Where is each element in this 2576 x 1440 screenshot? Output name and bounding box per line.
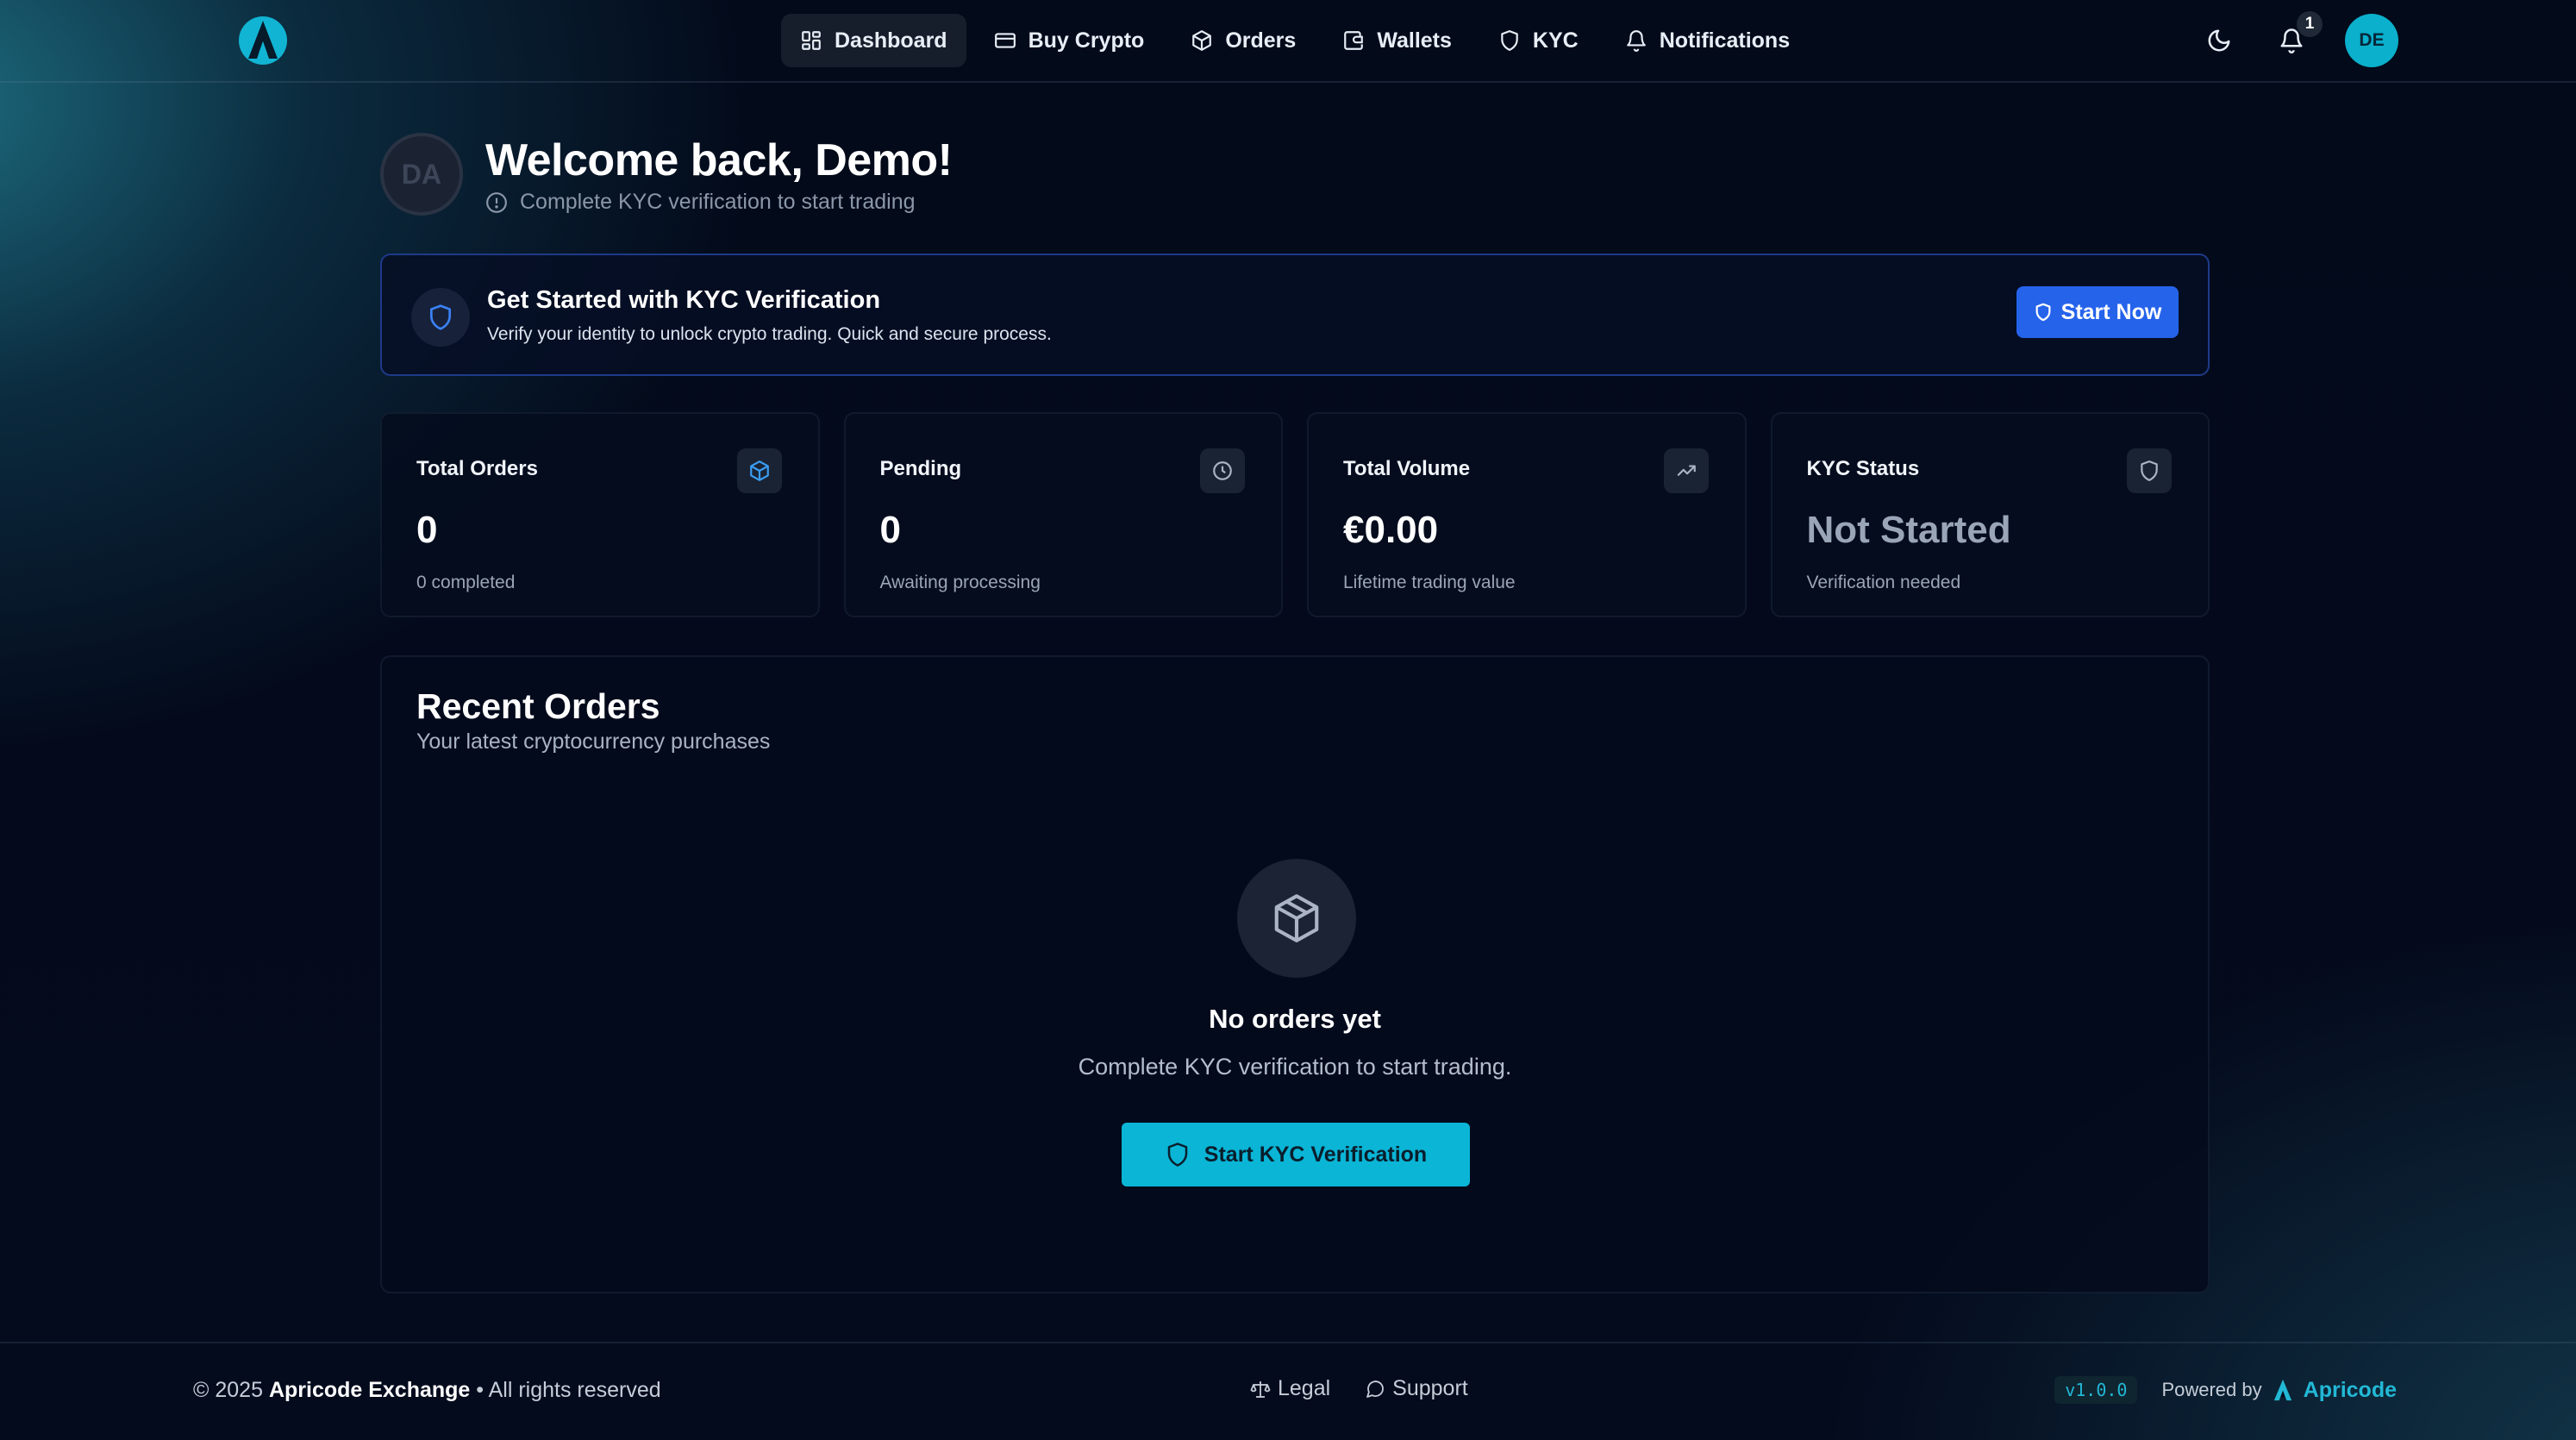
- nav-buy-crypto[interactable]: Buy Crypto: [975, 14, 1164, 67]
- theme-toggle-button[interactable]: [2200, 22, 2238, 59]
- recent-orders-subtitle: Your latest cryptocurrency purchases: [416, 729, 771, 754]
- stat-hint: 0 completed: [416, 573, 516, 592]
- nav-dashboard[interactable]: Dashboard: [781, 14, 966, 67]
- shield-icon: [1498, 29, 1521, 52]
- kyc-banner: Get Started with KYC Verification Verify…: [380, 254, 2210, 376]
- stat-label: Pending: [879, 457, 962, 480]
- nav-orders-label: Orders: [1225, 28, 1297, 53]
- main-nav: Dashboard Buy Crypto Orders Wallets KYC: [781, 14, 1809, 67]
- nav-kyc[interactable]: KYC: [1479, 14, 1597, 67]
- moon-icon: [2206, 28, 2232, 53]
- nav-orders[interactable]: Orders: [1172, 14, 1315, 67]
- powered-by: Powered by Apricode: [2161, 1378, 2397, 1403]
- start-kyc-verification-button[interactable]: Start KYC Verification: [1122, 1123, 1470, 1186]
- apricode-logo-icon[interactable]: [238, 16, 288, 66]
- bell-icon: [1625, 29, 1648, 52]
- clock-icon: [1200, 448, 1245, 493]
- company-name: Apricode Exchange: [268, 1378, 471, 1402]
- powered-by-label: Powered by: [2161, 1379, 2262, 1400]
- stat-label: Total Orders: [416, 457, 538, 480]
- welcome-subtitle-text: Complete KYC verification to start tradi…: [520, 190, 916, 214]
- footer: © 2025 Apricode Exchange • All rights re…: [0, 1342, 2576, 1440]
- empty-state-title: No orders yet: [1209, 1004, 1381, 1034]
- top-navbar: Dashboard Buy Crypto Orders Wallets KYC: [0, 0, 2576, 83]
- footer-link-legal-label: Legal: [1278, 1376, 1331, 1400]
- stat-value: 0: [879, 509, 901, 551]
- footer-link-legal[interactable]: Legal: [1250, 1376, 1330, 1401]
- stat-card-total-volume: Total Volume €0.00 Lifetime trading valu…: [1307, 412, 1747, 617]
- stat-hint: Lifetime trading value: [1343, 573, 1516, 592]
- chat-icon: [1365, 1379, 1385, 1399]
- stat-hint: Awaiting processing: [879, 573, 1041, 592]
- credit-card-icon: [994, 29, 1016, 52]
- nav-wallets-label: Wallets: [1377, 28, 1452, 53]
- start-now-button[interactable]: Start Now: [2016, 286, 2179, 338]
- stat-card-pending: Pending 0 Awaiting processing: [843, 412, 1283, 617]
- stat-card-total-orders: Total Orders 0 0 completed: [380, 412, 820, 617]
- empty-state-subtitle: Complete KYC verification to start tradi…: [1078, 1054, 1512, 1080]
- box-icon: [736, 448, 782, 493]
- nav-kyc-label: KYC: [1532, 28, 1579, 53]
- nav-notifications[interactable]: Notifications: [1606, 14, 1809, 67]
- recent-orders-title: Recent Orders: [416, 686, 660, 726]
- start-now-label: Start Now: [2060, 299, 2162, 324]
- kyc-banner-title: Get Started with KYC Verification: [487, 286, 881, 314]
- footer-link-support-label: Support: [1392, 1376, 1468, 1400]
- footer-right: v1.0.0 Powered by Apricode: [2054, 1373, 2397, 1407]
- start-kyc-verification-label: Start KYC Verification: [1204, 1142, 1428, 1167]
- copyright-prefix: © 2025: [193, 1378, 263, 1402]
- dashboard-icon: [800, 29, 822, 52]
- nav-notifications-label: Notifications: [1659, 28, 1791, 53]
- footer-copyright: © 2025 Apricode Exchange • All rights re…: [193, 1378, 661, 1403]
- trending-up-icon: [1663, 448, 1709, 493]
- stat-hint: Verification needed: [1806, 573, 1961, 592]
- page-title: Welcome back, Demo!: [485, 135, 953, 185]
- stats-row: Total Orders 0 0 completed Pending 0 Awa…: [380, 412, 2210, 617]
- shield-icon: [2127, 448, 2172, 493]
- stat-value: Not Started: [1806, 509, 2011, 551]
- recent-orders-card: Recent Orders Your latest cryptocurrency…: [380, 655, 2210, 1293]
- box-icon: [1237, 859, 1356, 978]
- copyright-suffix: • All rights reserved: [476, 1378, 661, 1402]
- kyc-banner-subtitle: Verify your identity to unlock crypto tr…: [487, 324, 1052, 344]
- footer-link-support[interactable]: Support: [1365, 1376, 1468, 1401]
- info-icon: [485, 191, 508, 214]
- powered-by-brand-link[interactable]: Apricode: [2304, 1378, 2397, 1403]
- nav-dashboard-label: Dashboard: [835, 28, 947, 53]
- nav-buy-crypto-label: Buy Crypto: [1028, 28, 1145, 53]
- stat-label: KYC Status: [1806, 457, 1920, 480]
- apricode-logo-icon: [2271, 1378, 2295, 1402]
- stat-value: 0: [416, 509, 438, 551]
- box-icon: [1191, 29, 1213, 52]
- shield-icon: [411, 288, 470, 347]
- shield-icon: [2034, 303, 2053, 322]
- avatar: DA: [380, 133, 463, 216]
- top-right-actions: 1 DE: [2200, 11, 2398, 67]
- stat-label: Total Volume: [1343, 457, 1471, 480]
- stat-card-kyc-status: KYC Status Not Started Verification need…: [1770, 412, 2210, 617]
- nav-wallets[interactable]: Wallets: [1323, 14, 1471, 67]
- user-avatar-button[interactable]: DE: [2345, 14, 2398, 67]
- shield-icon: [1165, 1142, 1191, 1168]
- notifications-button[interactable]: 1: [2273, 11, 2323, 59]
- stat-value: €0.00: [1343, 509, 1439, 551]
- wallet-icon: [1342, 29, 1365, 52]
- welcome-subtitle: Complete KYC verification to start tradi…: [485, 190, 916, 215]
- version-badge: v1.0.0: [2054, 1376, 2138, 1404]
- scale-icon: [1250, 1379, 1271, 1399]
- footer-links: Legal Support: [1250, 1376, 1468, 1401]
- notification-count-badge: 1: [2297, 11, 2323, 37]
